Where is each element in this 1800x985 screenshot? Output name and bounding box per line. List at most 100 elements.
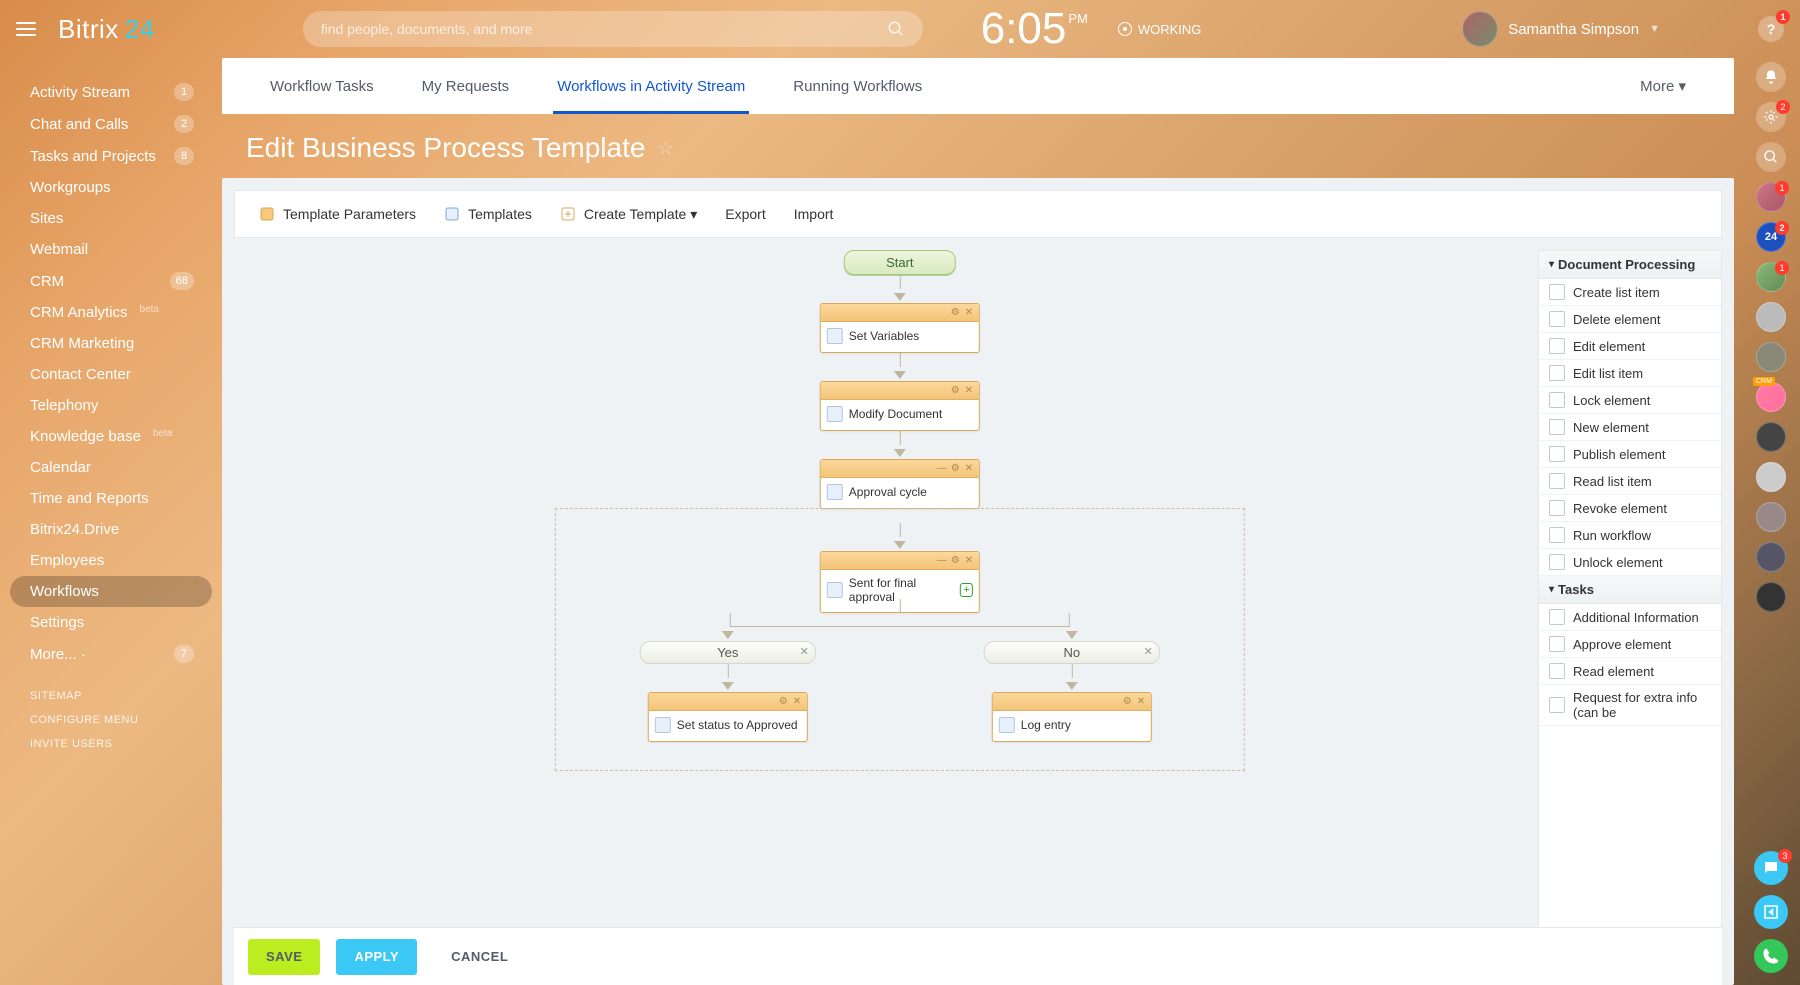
sidebar-item-telephony[interactable]: Telephony — [0, 390, 222, 421]
sidebar-item-crm-analytics[interactable]: CRM Analyticsbeta — [0, 297, 222, 328]
apply-button[interactable]: APPLY — [336, 939, 417, 975]
rail-contact[interactable] — [1756, 422, 1786, 452]
palette-item-create-list-item[interactable]: Create list item — [1539, 279, 1721, 306]
minimize-icon[interactable]: — — [937, 464, 947, 474]
node-set-status-approved[interactable]: ⚙✕ Set status to Approved — [648, 692, 808, 742]
palette-item-request-for-extra-info-can-be[interactable]: Request for extra info (can be — [1539, 685, 1721, 726]
favorite-star-icon[interactable]: ☆ — [657, 138, 673, 159]
tab-running-workflows[interactable]: Running Workflows — [769, 58, 946, 114]
sidebar-item-sites[interactable]: Sites — [0, 203, 222, 234]
tab-my-requests[interactable]: My Requests — [398, 58, 534, 114]
global-search[interactable] — [303, 11, 923, 47]
sidebar-item-tasks-and-projects[interactable]: Tasks and Projects8 — [0, 140, 222, 172]
close-icon[interactable]: ✕ — [965, 464, 975, 474]
close-icon[interactable]: ✕ — [1137, 697, 1147, 707]
close-icon[interactable]: ✕ — [1144, 645, 1153, 658]
close-icon[interactable]: ✕ — [800, 645, 809, 658]
sidebar-footer-configure-menu[interactable]: CONFIGURE MENU — [0, 708, 222, 732]
palette-item-unlock-element[interactable]: Unlock element — [1539, 549, 1721, 576]
rail-contact[interactable]: 1 — [1756, 182, 1786, 212]
gear-icon[interactable]: ⚙ — [951, 464, 961, 474]
rail-contact[interactable] — [1756, 502, 1786, 532]
node-modify-document[interactable]: ⚙✕ Modify Document — [820, 381, 980, 431]
save-button[interactable]: SAVE — [248, 939, 320, 975]
rail-chat-button[interactable]: 3 — [1754, 851, 1788, 885]
cancel-button[interactable]: CANCEL — [433, 939, 526, 975]
palette-item-lock-element[interactable]: Lock element — [1539, 387, 1721, 414]
sidebar-item-activity-stream[interactable]: Activity Stream1 — [0, 76, 222, 108]
gear-icon[interactable]: ⚙ — [1123, 697, 1133, 707]
palette-group-tasks[interactable]: Tasks — [1539, 576, 1721, 604]
tab-workflows-in-activity-stream[interactable]: Workflows in Activity Stream — [533, 58, 769, 114]
sidebar-item-webmail[interactable]: Webmail — [0, 234, 222, 265]
gear-icon[interactable]: ⚙ — [951, 386, 961, 396]
sidebar-item-more-[interactable]: More... ·7 — [0, 638, 222, 670]
sidebar-item-bitrix24-drive[interactable]: Bitrix24.Drive — [0, 514, 222, 545]
rail-contact[interactable] — [1756, 462, 1786, 492]
palette-item-new-element[interactable]: New element — [1539, 414, 1721, 441]
tab-workflow-tasks[interactable]: Workflow Tasks — [246, 58, 398, 114]
node-log-entry[interactable]: ⚙✕ Log entry — [992, 692, 1152, 742]
palette-item-revoke-element[interactable]: Revoke element — [1539, 495, 1721, 522]
palette-item-additional-information[interactable]: Additional Information — [1539, 604, 1721, 631]
sidebar-footer-sitemap[interactable]: SITEMAP — [0, 684, 222, 708]
rail-b24[interactable]: 242 — [1756, 222, 1786, 252]
rail-call-button[interactable] — [1754, 939, 1788, 973]
rail-contact[interactable] — [1756, 342, 1786, 372]
workflow-canvas[interactable]: Start ⚙✕ Set Variables ⚙✕ Modify Documen… — [234, 250, 1538, 973]
rail-crm-button[interactable]: CRM — [1756, 382, 1786, 412]
palette-group-doc-processing[interactable]: Document Processing — [1539, 251, 1721, 279]
rail-contact[interactable] — [1756, 582, 1786, 612]
sidebar-item-crm[interactable]: CRM68 — [0, 265, 222, 297]
gear-icon[interactable]: ⚙ — [951, 556, 961, 566]
palette-item-run-workflow[interactable]: Run workflow — [1539, 522, 1721, 549]
sidebar-item-workflows[interactable]: Workflows — [10, 576, 212, 607]
sidebar-item-employees[interactable]: Employees — [0, 545, 222, 576]
rail-share-button[interactable] — [1754, 895, 1788, 929]
export-button[interactable]: Export — [713, 200, 777, 228]
working-status[interactable]: WORKING — [1118, 22, 1202, 37]
branch-yes[interactable]: Yes✕ — [640, 641, 816, 664]
rail-settings-button[interactable]: 2 — [1756, 102, 1786, 132]
sidebar-item-calendar[interactable]: Calendar — [0, 452, 222, 483]
palette-item-publish-element[interactable]: Publish element — [1539, 441, 1721, 468]
rail-contact[interactable] — [1756, 302, 1786, 332]
menu-toggle[interactable] — [16, 22, 36, 36]
brand-logo[interactable]: Bitrix 24 — [58, 14, 155, 45]
palette-item-edit-element[interactable]: Edit element — [1539, 333, 1721, 360]
palette-item-read-element[interactable]: Read element — [1539, 658, 1721, 685]
sidebar-item-knowledge-base[interactable]: Knowledge basebeta — [0, 421, 222, 452]
sidebar-item-settings[interactable]: Settings — [0, 607, 222, 638]
search-input[interactable] — [321, 21, 887, 37]
close-icon[interactable]: ✕ — [793, 697, 803, 707]
sidebar-footer-invite-users[interactable]: INVITE USERS — [0, 732, 222, 756]
notifications-button[interactable] — [1756, 62, 1786, 92]
palette-item-approve-element[interactable]: Approve element — [1539, 631, 1721, 658]
template-parameters-button[interactable]: Template Parameters — [247, 200, 428, 228]
node-approval-cycle[interactable]: —⚙✕ Approval cycle — [820, 459, 980, 509]
create-template-button[interactable]: Create Template ▾ — [548, 200, 709, 229]
help-button[interactable]: ? 1 — [1758, 16, 1784, 42]
sidebar-item-workgroups[interactable]: Workgroups — [0, 172, 222, 203]
close-icon[interactable]: ✕ — [965, 308, 975, 318]
sidebar-item-chat-and-calls[interactable]: Chat and Calls2 — [0, 108, 222, 140]
branch-no[interactable]: No✕ — [984, 641, 1160, 664]
sidebar-item-contact-center[interactable]: Contact Center — [0, 359, 222, 390]
node-start[interactable]: Start — [844, 250, 956, 275]
sidebar-item-crm-marketing[interactable]: CRM Marketing — [0, 328, 222, 359]
sidebar-item-time-and-reports[interactable]: Time and Reports — [0, 483, 222, 514]
gear-icon[interactable]: ⚙ — [779, 697, 789, 707]
palette-item-delete-element[interactable]: Delete element — [1539, 306, 1721, 333]
rail-search-button[interactable] — [1756, 142, 1786, 172]
close-icon[interactable]: ✕ — [965, 556, 975, 566]
user-menu[interactable]: Samantha Simpson ▼ — [1462, 11, 1660, 47]
palette-item-read-list-item[interactable]: Read list item — [1539, 468, 1721, 495]
palette-item-edit-list-item[interactable]: Edit list item — [1539, 360, 1721, 387]
close-icon[interactable]: ✕ — [965, 386, 975, 396]
tab-more[interactable]: More ▾ — [1616, 58, 1710, 114]
add-branch-button[interactable]: + — [960, 583, 973, 597]
minimize-icon[interactable]: — — [937, 556, 947, 566]
gear-icon[interactable]: ⚙ — [951, 308, 961, 318]
import-button[interactable]: Import — [782, 200, 846, 228]
templates-button[interactable]: Templates — [432, 200, 544, 228]
